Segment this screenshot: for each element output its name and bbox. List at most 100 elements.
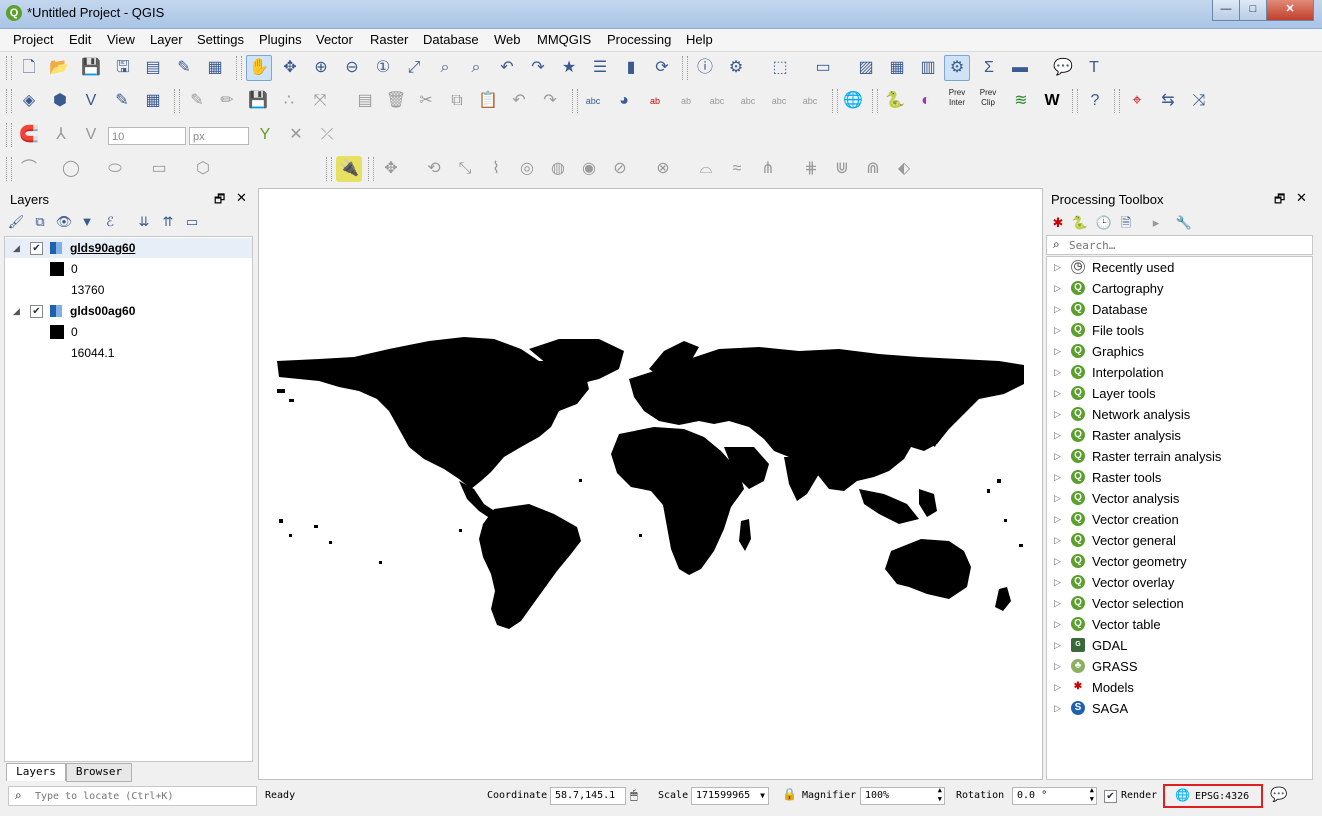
add-raster-icon[interactable]: ▦ (140, 88, 166, 114)
toolbar-grip[interactable] (368, 157, 374, 181)
filter-legend-icon[interactable]: ▼ (77, 209, 97, 235)
collapse-all-icon[interactable]: ⇈ (158, 209, 178, 235)
menu-view[interactable]: View (107, 32, 135, 47)
toolbar-grip[interactable] (6, 56, 12, 80)
merge-attributes-icon[interactable]: ⋒ (860, 156, 886, 182)
zoom-full-icon[interactable]: ⤢ (401, 55, 427, 81)
open-styling-icon[interactable]: 🖌 (6, 209, 26, 235)
new-project-icon[interactable]: 🗋 (16, 55, 42, 81)
simplify-feature-icon[interactable]: ⌇ (483, 156, 509, 182)
zoom-next-icon[interactable]: ↷ (525, 55, 551, 81)
map-tips-icon[interactable]: 💬 (1050, 55, 1076, 81)
reshape-icon[interactable]: ⌓ (693, 156, 719, 182)
remove-layer-icon[interactable]: ▭ (182, 209, 202, 235)
locator-bar[interactable]: ⌕ (8, 786, 257, 806)
expand-arrow-icon[interactable]: ▷ (1054, 299, 1061, 320)
layer-name[interactable]: glds00ag60 (70, 301, 135, 321)
spinner-arrows-icon[interactable]: ▲ ▼ (1090, 786, 1094, 804)
layer-name[interactable]: glds90ag60 (70, 238, 135, 258)
expand-arrow-icon[interactable]: ▷ (1054, 614, 1061, 635)
toolbar-grip[interactable] (6, 89, 12, 113)
layer-row[interactable]: ◢ ✔ glds00ag60 (5, 301, 252, 321)
toolbox-item-cartography[interactable]: ▷ Q Cartography (1047, 278, 1312, 299)
toolbar-grip[interactable] (832, 89, 838, 113)
python-scripts-icon[interactable]: 🐍 (1070, 210, 1090, 236)
toolbar-grip[interactable] (872, 89, 878, 113)
style-manager-icon[interactable]: ▦ (202, 55, 228, 81)
menu-vector[interactable]: Vector (316, 32, 353, 47)
fill-ring-icon[interactable]: ◉ (576, 156, 602, 182)
add-circular-string-icon[interactable]: ⌒ (16, 156, 42, 182)
add-ring-icon[interactable]: ◎ (514, 156, 540, 182)
rotate-point-symbols-icon[interactable]: ⬖ (891, 156, 917, 182)
change-label-icon[interactable]: abc (797, 88, 823, 114)
toolbox-item-saga[interactable]: ▷ S SAGA (1047, 698, 1312, 719)
help-contents-icon[interactable]: ? (1082, 88, 1108, 114)
tab-browser[interactable]: Browser (66, 763, 132, 782)
collapse-arrow-icon[interactable]: ◢ (13, 238, 20, 258)
show-bookmarks-icon[interactable]: ☰ (587, 55, 613, 81)
run-action-icon[interactable]: ⚙ (723, 55, 749, 81)
field-calculator-icon[interactable]: ▥ (915, 55, 941, 81)
add-feature-icon[interactable]: ∴ (276, 88, 302, 114)
expand-arrow-icon[interactable]: ▷ (1054, 320, 1061, 341)
save-edits-icon[interactable]: 💾 (245, 88, 271, 114)
layer-diagram-icon[interactable]: ◕ (611, 88, 637, 114)
magnifier-field[interactable]: 100% ▲ ▼ (860, 786, 945, 805)
new-bookmark-icon[interactable]: ★ (556, 55, 582, 81)
tab-layers[interactable]: Layers (6, 763, 66, 781)
new-print-layout-icon[interactable]: ▤ (140, 55, 166, 81)
menu-project[interactable]: Project (13, 32, 53, 47)
layer-visibility-checkbox[interactable]: ✔ (30, 305, 43, 318)
zoom-selection-icon[interactable]: ⌕ (432, 55, 458, 81)
toolbar-grip[interactable] (572, 89, 578, 113)
history-icon[interactable]: 🕒 (1094, 210, 1114, 236)
toolbox-item-raster-terrain-analysis[interactable]: ▷ Q Raster terrain analysis (1047, 446, 1312, 467)
show-hide-labels-icon[interactable]: abc (704, 88, 730, 114)
save-project-icon[interactable]: 💾 (78, 55, 104, 81)
deselect-icon[interactable]: ▨ (853, 55, 879, 81)
toolbox-item-layer-tools[interactable]: ▷ Q Layer tools (1047, 383, 1312, 404)
intersection-icon[interactable]: ✕ (283, 122, 309, 148)
toolbox-item-graphics[interactable]: ▷ Q Graphics (1047, 341, 1312, 362)
toggle-editing-icon[interactable]: ✏ (214, 88, 240, 114)
layers-stack-icon[interactable]: ≋ (1008, 88, 1034, 114)
snapping-magnet-icon[interactable]: 🧲 (16, 122, 42, 148)
float-panel-icon[interactable]: 🗗 (214, 190, 225, 211)
vertex-tool-icon[interactable]: ⤧ (307, 88, 333, 114)
toolbox-item-vector-geometry[interactable]: ▷ Q Vector geometry (1047, 551, 1312, 572)
snap-tolerance-spinbox[interactable]: 10 (108, 127, 186, 145)
expand-arrow-icon[interactable]: ▷ (1054, 572, 1061, 593)
toolbox-item-vector-analysis[interactable]: ▷ Q Vector analysis (1047, 488, 1312, 509)
expand-arrow-icon[interactable]: ▷ (1054, 278, 1061, 299)
expand-arrow-icon[interactable]: ▷ (1054, 446, 1061, 467)
delete-selected-icon[interactable]: 🗑 (383, 88, 409, 114)
toolbox-item-vector-general[interactable]: ▷ Q Vector general (1047, 530, 1312, 551)
open-project-icon[interactable]: 📂 (46, 55, 72, 81)
merge-features-icon[interactable]: ⋓ (829, 156, 855, 182)
toolbox-item-recently-used[interactable]: ▷ ◷ Recently used (1047, 257, 1312, 278)
rotate-label-icon[interactable]: abc (766, 88, 792, 114)
toolbar-grip[interactable] (6, 123, 12, 147)
add-ellipse-icon[interactable]: ⬭ (102, 156, 128, 182)
toolbox-item-grass[interactable]: ▷ ♣ GRASS (1047, 656, 1312, 677)
statistics-icon[interactable]: Σ (976, 55, 1002, 81)
refresh-icon[interactable]: ⟳ (649, 55, 675, 81)
add-part-icon[interactable]: ◍ (545, 156, 571, 182)
paste-features-icon[interactable]: 📋 (475, 88, 501, 114)
close-panel-icon[interactable]: ✕ (1296, 190, 1307, 206)
toolbox-item-file-tools[interactable]: ▷ Q File tools (1047, 320, 1312, 341)
toolbox-search-input[interactable] (1069, 237, 1299, 253)
add-vector-icon[interactable]: V (78, 88, 104, 114)
filter-expression-icon[interactable]: ℰ (100, 209, 120, 235)
offset-curve-icon[interactable]: ≈ (724, 156, 750, 182)
select-by-value-icon[interactable]: ▭ (810, 55, 836, 81)
menu-settings[interactable]: Settings (197, 32, 244, 47)
expand-arrow-icon[interactable]: ▷ (1054, 530, 1061, 551)
menu-processing[interactable]: Processing (607, 32, 671, 47)
snap-units-select[interactable]: px (189, 127, 249, 145)
rotation-field[interactable]: 0.0 ° ▲ ▼ (1012, 786, 1097, 805)
zoom-out-icon[interactable]: ⊖ (339, 55, 365, 81)
scale-feature-icon[interactable]: ⤡ (452, 156, 478, 182)
add-circle-icon[interactable]: ◯ (58, 156, 84, 182)
